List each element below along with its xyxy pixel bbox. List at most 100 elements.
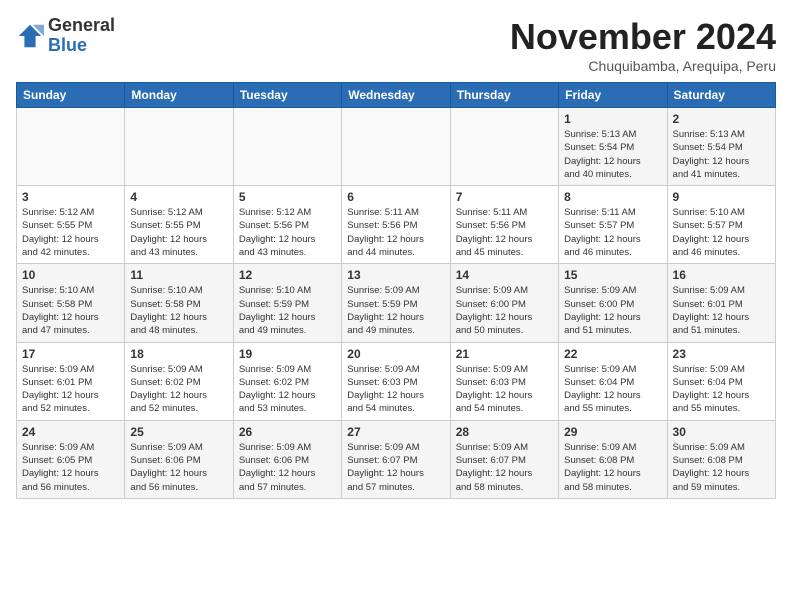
calendar-cell: 15 Sunrise: 5:09 AMSunset: 6:00 PMDayligh… (559, 264, 667, 342)
calendar-cell (450, 108, 558, 186)
day-number: 2 (673, 112, 770, 126)
day-info: Sunrise: 5:11 AMSunset: 5:57 PMDaylight:… (564, 206, 661, 259)
day-number: 3 (22, 190, 119, 204)
day-number: 9 (673, 190, 770, 204)
calendar-cell: 26 Sunrise: 5:09 AMSunset: 6:06 PMDayligh… (233, 420, 341, 498)
calendar-cell: 20 Sunrise: 5:09 AMSunset: 6:03 PMDayligh… (342, 342, 450, 420)
day-info: Sunrise: 5:10 AMSunset: 5:58 PMDaylight:… (22, 284, 119, 337)
day-info: Sunrise: 5:11 AMSunset: 5:56 PMDaylight:… (347, 206, 444, 259)
calendar-cell (342, 108, 450, 186)
weekday-header: Wednesday (342, 83, 450, 108)
day-number: 13 (347, 268, 444, 282)
calendar-cell: 27 Sunrise: 5:09 AMSunset: 6:07 PMDayligh… (342, 420, 450, 498)
day-info: Sunrise: 5:09 AMSunset: 6:08 PMDaylight:… (564, 441, 661, 494)
page-header: General Blue November 2024 Chuquibamba, … (16, 16, 776, 74)
day-number: 7 (456, 190, 553, 204)
day-info: Sunrise: 5:09 AMSunset: 6:03 PMDaylight:… (347, 363, 444, 416)
day-number: 6 (347, 190, 444, 204)
day-number: 11 (130, 268, 227, 282)
day-info: Sunrise: 5:09 AMSunset: 6:00 PMDaylight:… (564, 284, 661, 337)
calendar-cell: 18 Sunrise: 5:09 AMSunset: 6:02 PMDayligh… (125, 342, 233, 420)
calendar-cell: 29Sunrise: 5:09 AMSunset: 6:08 PMDayligh… (559, 420, 667, 498)
day-info: Sunrise: 5:12 AMSunset: 5:56 PMDaylight:… (239, 206, 336, 259)
calendar-week-row: 17 Sunrise: 5:09 AMSunset: 6:01 PMDayligh… (17, 342, 776, 420)
day-number: 10 (22, 268, 119, 282)
calendar-cell: 30 Sunrise: 5:09 AMSunset: 6:08 PMDayligh… (667, 420, 775, 498)
day-number: 8 (564, 190, 661, 204)
calendar-week-row: 1 Sunrise: 5:13 AMSunset: 5:54 PMDaylight… (17, 108, 776, 186)
day-number: 27 (347, 425, 444, 439)
day-info: Sunrise: 5:12 AMSunset: 5:55 PMDaylight:… (130, 206, 227, 259)
calendar-cell: 23Sunrise: 5:09 AMSunset: 6:04 PMDayligh… (667, 342, 775, 420)
day-number: 28 (456, 425, 553, 439)
calendar-cell: 6 Sunrise: 5:11 AMSunset: 5:56 PMDaylight… (342, 186, 450, 264)
calendar-cell (17, 108, 125, 186)
day-number: 22 (564, 347, 661, 361)
day-number: 17 (22, 347, 119, 361)
day-number: 25 (130, 425, 227, 439)
day-number: 4 (130, 190, 227, 204)
calendar-cell: 14 Sunrise: 5:09 AMSunset: 6:00 PMDayligh… (450, 264, 558, 342)
day-info: Sunrise: 5:10 AMSunset: 5:58 PMDaylight:… (130, 284, 227, 337)
day-number: 1 (564, 112, 661, 126)
calendar-cell: 13Sunrise: 5:09 AMSunset: 5:59 PMDayligh… (342, 264, 450, 342)
day-number: 14 (456, 268, 553, 282)
title-block: November 2024 Chuquibamba, Arequipa, Per… (510, 16, 776, 74)
calendar-cell: 19 Sunrise: 5:09 AMSunset: 6:02 PMDayligh… (233, 342, 341, 420)
day-number: 21 (456, 347, 553, 361)
day-info: Sunrise: 5:09 AMSunset: 6:01 PMDaylight:… (22, 363, 119, 416)
calendar-cell (125, 108, 233, 186)
calendar-header-row: SundayMondayTuesdayWednesdayThursdayFrid… (17, 83, 776, 108)
day-info: Sunrise: 5:11 AMSunset: 5:56 PMDaylight:… (456, 206, 553, 259)
calendar-cell: 2 Sunrise: 5:13 AMSunset: 5:54 PMDaylight… (667, 108, 775, 186)
calendar-cell: 3 Sunrise: 5:12 AMSunset: 5:55 PMDaylight… (17, 186, 125, 264)
calendar-cell: 11 Sunrise: 5:10 AMSunset: 5:58 PMDayligh… (125, 264, 233, 342)
day-number: 16 (673, 268, 770, 282)
weekday-header: Monday (125, 83, 233, 108)
calendar-cell: 10 Sunrise: 5:10 AMSunset: 5:58 PMDayligh… (17, 264, 125, 342)
day-number: 18 (130, 347, 227, 361)
calendar-week-row: 3 Sunrise: 5:12 AMSunset: 5:55 PMDaylight… (17, 186, 776, 264)
calendar-cell: 21 Sunrise: 5:09 AMSunset: 6:03 PMDayligh… (450, 342, 558, 420)
month-year-title: November 2024 (510, 16, 776, 58)
weekday-header: Friday (559, 83, 667, 108)
day-info: Sunrise: 5:09 AMSunset: 6:00 PMDaylight:… (456, 284, 553, 337)
weekday-header: Tuesday (233, 83, 341, 108)
day-info: Sunrise: 5:13 AMSunset: 5:54 PMDaylight:… (673, 128, 770, 181)
day-number: 19 (239, 347, 336, 361)
day-info: Sunrise: 5:09 AMSunset: 6:02 PMDaylight:… (239, 363, 336, 416)
calendar-cell: 1 Sunrise: 5:13 AMSunset: 5:54 PMDaylight… (559, 108, 667, 186)
calendar-week-row: 24Sunrise: 5:09 AMSunset: 6:05 PMDayligh… (17, 420, 776, 498)
calendar-week-row: 10 Sunrise: 5:10 AMSunset: 5:58 PMDayligh… (17, 264, 776, 342)
day-info: Sunrise: 5:09 AMSunset: 6:08 PMDaylight:… (673, 441, 770, 494)
calendar-cell: 7 Sunrise: 5:11 AMSunset: 5:56 PMDaylight… (450, 186, 558, 264)
calendar-cell: 12Sunrise: 5:10 AMSunset: 5:59 PMDayligh… (233, 264, 341, 342)
day-number: 26 (239, 425, 336, 439)
calendar-cell: 28 Sunrise: 5:09 AMSunset: 6:07 PMDayligh… (450, 420, 558, 498)
day-number: 24 (22, 425, 119, 439)
day-info: Sunrise: 5:09 AMSunset: 6:06 PMDaylight:… (239, 441, 336, 494)
calendar-cell: 9 Sunrise: 5:10 AMSunset: 5:57 PMDaylight… (667, 186, 775, 264)
day-info: Sunrise: 5:09 AMSunset: 6:06 PMDaylight:… (130, 441, 227, 494)
day-number: 15 (564, 268, 661, 282)
calendar-cell: 8 Sunrise: 5:11 AMSunset: 5:57 PMDaylight… (559, 186, 667, 264)
calendar-cell: 4 Sunrise: 5:12 AMSunset: 5:55 PMDaylight… (125, 186, 233, 264)
logo: General Blue (16, 16, 115, 56)
day-info: Sunrise: 5:10 AMSunset: 5:57 PMDaylight:… (673, 206, 770, 259)
calendar-cell (233, 108, 341, 186)
weekday-header: Saturday (667, 83, 775, 108)
day-info: Sunrise: 5:13 AMSunset: 5:54 PMDaylight:… (564, 128, 661, 181)
calendar-cell: 24Sunrise: 5:09 AMSunset: 6:05 PMDayligh… (17, 420, 125, 498)
day-info: Sunrise: 5:12 AMSunset: 5:55 PMDaylight:… (22, 206, 119, 259)
day-number: 20 (347, 347, 444, 361)
day-info: Sunrise: 5:09 AMSunset: 6:03 PMDaylight:… (456, 363, 553, 416)
calendar-cell: 17 Sunrise: 5:09 AMSunset: 6:01 PMDayligh… (17, 342, 125, 420)
day-info: Sunrise: 5:09 AMSunset: 6:07 PMDaylight:… (347, 441, 444, 494)
day-number: 30 (673, 425, 770, 439)
day-info: Sunrise: 5:09 AMSunset: 6:07 PMDaylight:… (456, 441, 553, 494)
calendar-cell: 22Sunrise: 5:09 AMSunset: 6:04 PMDayligh… (559, 342, 667, 420)
day-info: Sunrise: 5:09 AMSunset: 6:01 PMDaylight:… (673, 284, 770, 337)
day-info: Sunrise: 5:10 AMSunset: 5:59 PMDaylight:… (239, 284, 336, 337)
calendar-table: SundayMondayTuesdayWednesdayThursdayFrid… (16, 82, 776, 499)
day-info: Sunrise: 5:09 AMSunset: 6:02 PMDaylight:… (130, 363, 227, 416)
